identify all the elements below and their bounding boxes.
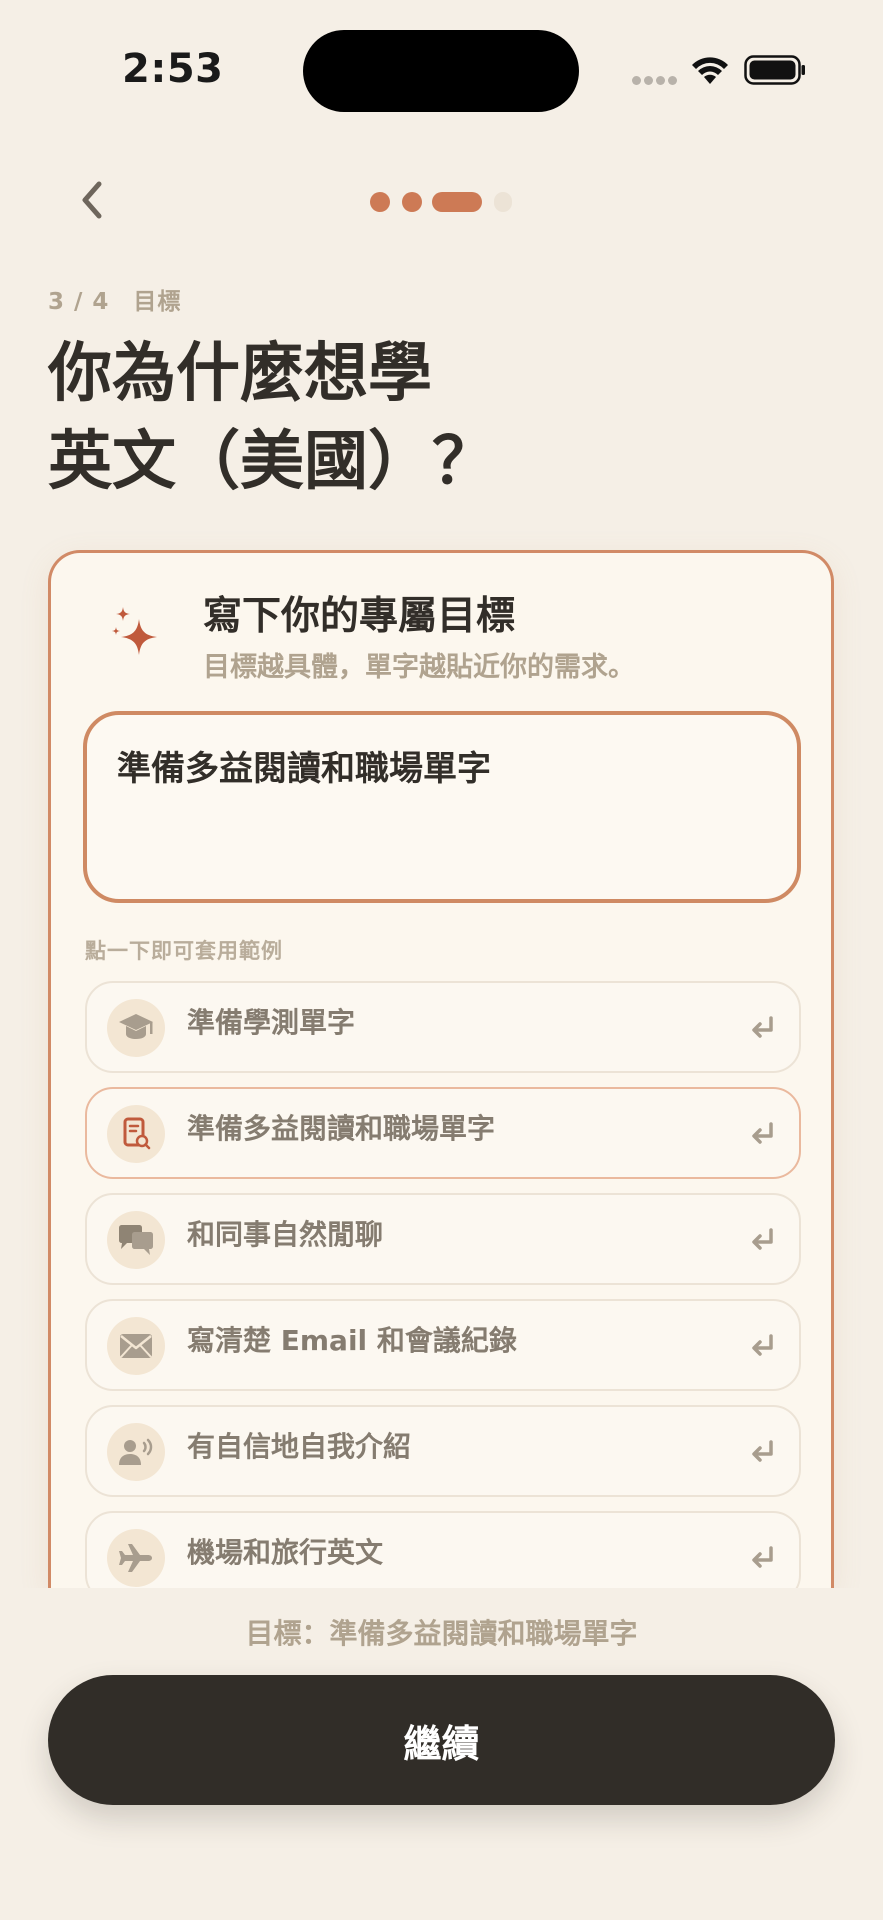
status-bar: 2:53 [0, 0, 883, 140]
bottom-bar: 目標：準備多益閱讀和職場單字 繼續 [0, 1588, 883, 1920]
envelope-icon [107, 1317, 165, 1375]
return-arrow-icon [752, 1122, 773, 1144]
example-label: 準備多益閱讀和職場單字 [187, 1112, 496, 1145]
return-arrow-icon [752, 1546, 773, 1568]
example-label: 和同事自然閒聊 [187, 1218, 384, 1251]
battery-icon [744, 55, 805, 85]
example-label: 準備學測單字 [187, 1006, 356, 1039]
back-button[interactable] [70, 178, 114, 222]
progress-dot-1 [370, 192, 390, 212]
return-arrow-icon [752, 1016, 773, 1038]
wifi-icon [692, 57, 728, 84]
selected-goal-text: 目標：準備多益閱讀和職場單字 [245, 1617, 638, 1650]
page-title-line-1: 你為什麼想學 [48, 337, 432, 411]
chat-bubbles-icon [107, 1211, 165, 1269]
step-indicator: 3 / 4 目標 [48, 289, 182, 315]
continue-button[interactable]: 繼續 [48, 1675, 835, 1805]
example-label: 寫清楚 Email 和會議紀錄 [187, 1324, 517, 1357]
return-arrow-icon [752, 1440, 773, 1462]
page-title-line-2: 英文（美國）？ [48, 425, 496, 499]
example-label: 有自信地自我介紹 [187, 1430, 412, 1463]
sparkle-icon [112, 607, 157, 655]
example-item[interactable]: 和同事自然閒聊 [85, 1193, 801, 1285]
card-title: 寫下你的專屬目標 [203, 594, 516, 639]
person-speaking-icon [107, 1423, 165, 1481]
example-item-selected[interactable]: 準備多益閱讀和職場單字 [85, 1087, 801, 1179]
page-title: 你為什麼想學 英文（美國）？ [48, 330, 748, 506]
example-item[interactable]: 準備學測單字 [85, 981, 801, 1073]
cellular-signal-icon [632, 76, 678, 86]
progress-dot-4 [494, 192, 512, 212]
example-item[interactable]: 有自信地自我介紹 [85, 1405, 801, 1497]
airplane-icon [107, 1529, 165, 1587]
card-subtitle: 目標越具體，單字越貼近你的需求。 [203, 652, 635, 683]
progress-dot-2 [402, 192, 422, 212]
chevron-left-icon [82, 181, 102, 219]
dynamic-island [303, 30, 579, 112]
custom-goal-card: 寫下你的專屬目標 目標越具體，單字越貼近你的需求。 準備多益閱讀和職場單字 點一… [48, 550, 834, 1603]
example-label: 機場和旅行英文 [187, 1536, 384, 1569]
top-navigation [0, 160, 883, 240]
progress-dot-3 [432, 192, 482, 212]
example-item[interactable]: 寫清楚 Email 和會議紀錄 [85, 1299, 801, 1391]
return-arrow-icon [752, 1228, 773, 1250]
examples-hint: 點一下即可套用範例 [85, 939, 283, 963]
status-time: 2:53 [122, 46, 224, 92]
document-search-icon [107, 1105, 165, 1163]
graduation-cap-icon [107, 999, 165, 1057]
goal-input[interactable]: 準備多益閱讀和職場單字 [83, 711, 801, 903]
return-arrow-icon [752, 1334, 773, 1356]
